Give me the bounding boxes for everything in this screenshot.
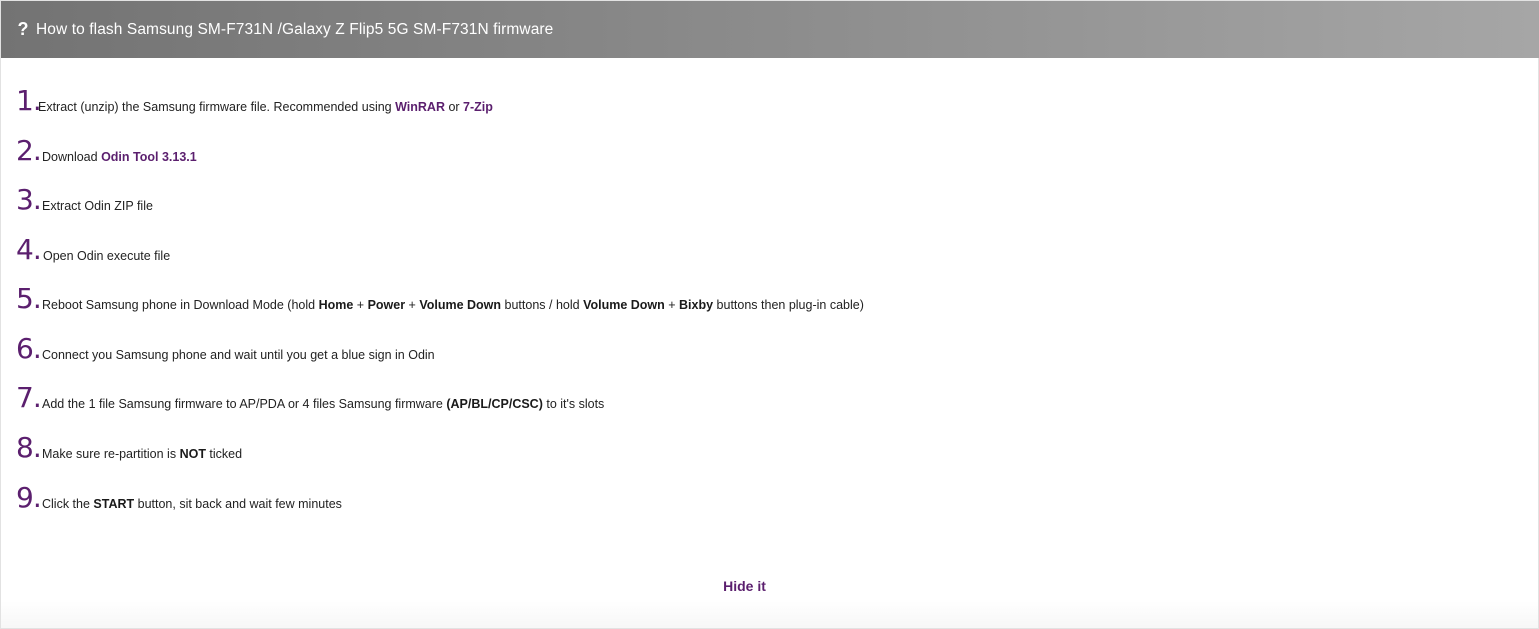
instructions-panel: ? How to flash Samsung SM-F731N /Galaxy … [0,0,1539,629]
step-text: Add the 1 file Samsung firmware to AP/PD… [42,397,604,411]
step-number: 4. [16,233,42,266]
step-text-part: + [353,298,368,312]
step-number: 9. [16,481,42,514]
step-number: 3. [16,183,42,216]
step-text-part: ticked [205,447,243,461]
volume-down-key-label: Volume Down [583,298,665,312]
step-number: 7. [16,381,42,414]
step-text-part: to it's slots [542,397,605,411]
step-text: Make sure re-partition is NOT ticked [42,447,242,461]
step-text-part: Reboot Samsung phone in Download Mode (h… [42,298,319,312]
step-text: Download Odin Tool 3.13.1 [42,150,197,164]
step-text-part: Add the 1 file Samsung firmware to AP/PD… [42,397,447,411]
step-text: Connect you Samsung phone and wait until… [42,348,435,362]
volume-down-key-label: Volume Down [419,298,502,312]
step-text-part: or [444,100,464,114]
start-label: START [93,497,135,511]
winrar-link[interactable]: WinRAR [395,100,445,114]
step-text: Open Odin execute file [43,249,170,263]
step-text-part: Download [42,150,102,164]
step-text-part: button, sit back and wait few minutes [134,497,342,511]
panel-title: How to flash Samsung SM-F731N /Galaxy Z … [36,20,554,38]
step-number: 2. [16,134,42,167]
step-number: 1. [16,84,42,117]
step-text-part: Extract (unzip) the Samsung firmware fil… [38,100,396,114]
step-text: Reboot Samsung phone in Download Mode (h… [42,298,864,312]
7zip-link[interactable]: 7-Zip [463,100,493,114]
odin-tool-link[interactable]: Odin Tool 3.13.1 [101,150,197,164]
step-text: Extract (unzip) the Samsung firmware fil… [38,100,493,114]
step-number: 8. [16,431,42,464]
bixby-key-label: Bixby [679,298,714,312]
slots-label: (AP/BL/CP/CSC) [446,397,543,411]
panel-header: ? How to flash Samsung SM-F731N /Galaxy … [1,1,1539,58]
step-text-part: Click the [42,497,94,511]
step-text-part: buttons / hold [501,298,584,312]
step-text-part: Connect you Samsung phone and wait until… [42,348,435,362]
step-text: Click the START button, sit back and wai… [42,497,342,511]
step-number: 5. [16,282,42,315]
step-text-part: Make sure re-partition is [42,447,180,461]
step-text-part: Open Odin execute file [43,249,171,263]
hide-it-link[interactable]: Hide it [1,578,1488,594]
step-text-part: + [664,298,680,312]
step-number: 6. [16,332,42,365]
step-text-part: + [405,298,420,312]
power-key-label: Power [367,298,406,312]
home-key-label: Home [318,298,354,312]
step-text-part: Extract Odin ZIP file [42,199,153,213]
step-text-part: buttons then plug-in cable) [713,298,864,312]
not-label: NOT [179,447,206,461]
step-text: Extract Odin ZIP file [42,199,153,213]
question-mark-icon: ? [17,19,29,39]
